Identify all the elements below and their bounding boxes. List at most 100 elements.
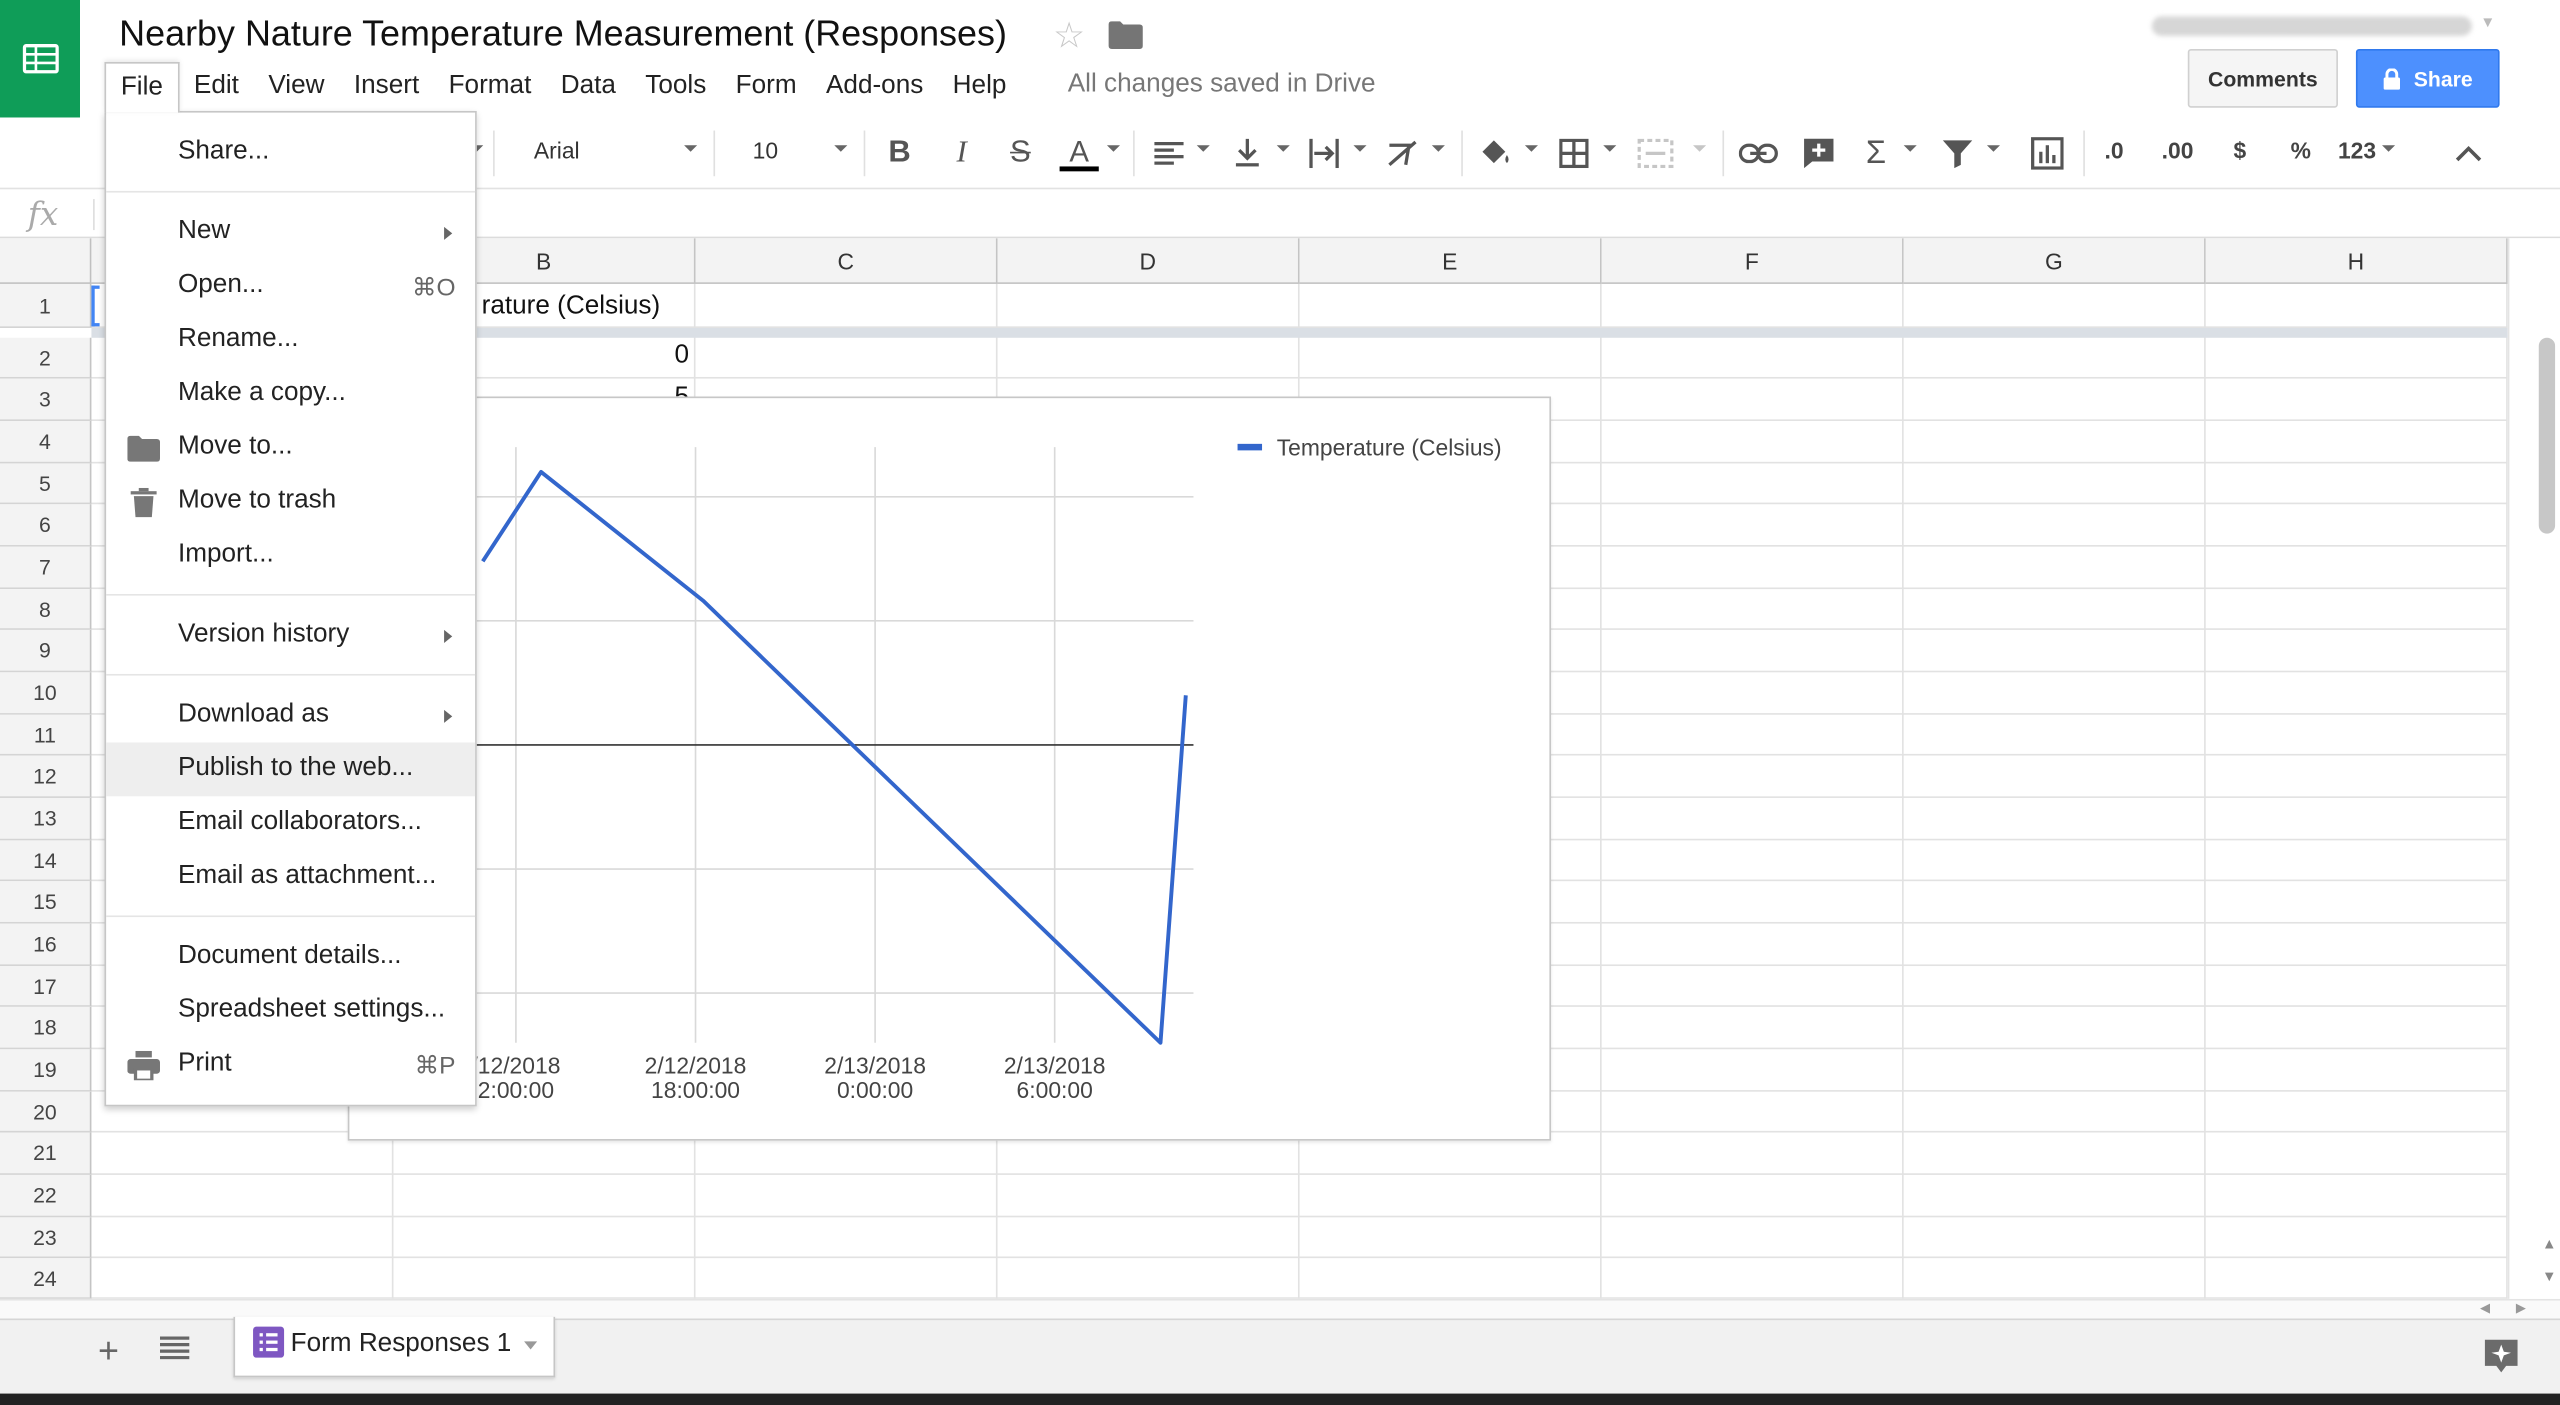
cell-b1[interactable]: rature (Celsius): [482, 292, 661, 321]
filter-icon[interactable]: [1940, 134, 1976, 173]
file-menu-version-history[interactable]: Version history: [106, 609, 475, 663]
column-header-g[interactable]: G: [1903, 238, 2206, 284]
comments-button[interactable]: Comments: [2187, 48, 2338, 108]
borders-icon[interactable]: [1558, 134, 1591, 173]
row-header-3[interactable]: 3: [0, 378, 92, 422]
font-family-select[interactable]: Arial: [534, 137, 580, 170]
text-wrap-icon[interactable]: [1308, 134, 1341, 173]
file-menu-spreadsheet-settings[interactable]: Spreadsheet settings...: [106, 984, 475, 1038]
text-color-caret-icon[interactable]: [1106, 145, 1120, 152]
series-line-temperature[interactable]: [481, 469, 1188, 1045]
row-header-23[interactable]: 23: [0, 1217, 92, 1259]
file-menu-email-collaborators[interactable]: Email collaborators...: [106, 796, 475, 850]
horizontal-scrollbar[interactable]: [0, 1298, 2560, 1319]
row-header-7[interactable]: 7: [0, 546, 92, 590]
text-rotation-icon[interactable]: [1386, 134, 1422, 173]
file-menu-publish-to-the-web[interactable]: Publish to the web...: [106, 742, 476, 797]
row-header-21[interactable]: 21: [0, 1132, 92, 1175]
menu-edit[interactable]: Edit: [179, 62, 253, 111]
file-menu-rename[interactable]: Rename...: [106, 313, 475, 367]
column-header-h[interactable]: H: [2205, 238, 2508, 284]
row-header-15[interactable]: 15: [0, 881, 92, 924]
sheets-logo-icon[interactable]: [0, 0, 80, 118]
embedded-line-chart[interactable]: Temperature (Celsius) /12/2018 2:00:00 2/1…: [347, 396, 1552, 1141]
file-menu-download-as[interactable]: Download as: [106, 689, 475, 743]
account-email[interactable]: [2151, 16, 2472, 36]
file-menu-email-as-attachment[interactable]: Email as attachment...: [106, 850, 475, 904]
filter-caret-icon[interactable]: [1986, 145, 2000, 152]
row-header-8[interactable]: 8: [0, 589, 92, 630]
account-caret-icon[interactable]: ▾: [2483, 11, 2492, 33]
file-menu-new[interactable]: New: [106, 206, 475, 260]
file-menu-import[interactable]: Import...: [106, 529, 475, 583]
file-menu-share[interactable]: Share...: [106, 126, 475, 180]
scroll-down-arrow-icon[interactable]: ▼: [2542, 1268, 2557, 1284]
menu-add-ons[interactable]: Add-ons: [811, 62, 938, 111]
menu-view[interactable]: View: [254, 62, 340, 111]
fill-color-icon[interactable]: [1478, 134, 1514, 173]
star-icon[interactable]: ☆: [1053, 15, 1085, 57]
row-header-5[interactable]: 5: [0, 463, 92, 505]
document-title[interactable]: Nearby Nature Temperature Measurement (R…: [119, 13, 1007, 55]
row-header-20[interactable]: 20: [0, 1091, 92, 1133]
row-header-9[interactable]: 9: [0, 629, 92, 673]
italic-icon[interactable]: I: [947, 134, 976, 173]
decrease-decimal-button[interactable]: .0: [2104, 137, 2123, 163]
row-header-4[interactable]: 4: [0, 421, 92, 464]
file-menu-print[interactable]: Print ⌘P: [106, 1038, 475, 1092]
column-header-c[interactable]: C: [695, 238, 998, 284]
text-rotation-caret-icon[interactable]: [1431, 145, 1445, 152]
row-header-11[interactable]: 11: [0, 714, 92, 756]
menu-insert[interactable]: Insert: [339, 62, 434, 111]
row-header-18[interactable]: 18: [0, 1006, 92, 1050]
add-sheet-plus-icon[interactable]: +: [98, 1330, 119, 1372]
align-caret-icon[interactable]: [1196, 145, 1210, 152]
fill-color-caret-icon[interactable]: [1524, 145, 1538, 152]
borders-caret-icon[interactable]: [1603, 145, 1617, 152]
sheet-tab-caret-icon[interactable]: [524, 1341, 538, 1350]
insert-chart-icon[interactable]: [2029, 134, 2065, 173]
row-header-17[interactable]: 17: [0, 966, 92, 1007]
strikethrough-icon[interactable]: S: [1006, 134, 1035, 173]
vertical-align-icon[interactable]: [1233, 134, 1262, 173]
row-header-24[interactable]: 24: [0, 1258, 92, 1299]
collapse-chevron-icon[interactable]: [2454, 134, 2483, 173]
menu-file[interactable]: File: [104, 61, 180, 112]
row-header-1[interactable]: 1: [0, 283, 92, 328]
row-header-2[interactable]: 2: [0, 337, 92, 379]
functions-icon[interactable]: Σ: [1861, 134, 1890, 173]
increase-decimal-button[interactable]: .00: [2162, 137, 2194, 163]
row-header-16[interactable]: 16: [0, 923, 92, 967]
selected-cell-a1[interactable]: [91, 285, 100, 327]
save-status[interactable]: All changes saved in Drive: [1068, 70, 1376, 99]
row-header-6[interactable]: 6: [0, 504, 92, 547]
select-all-corner[interactable]: [0, 238, 92, 284]
percent-format-button[interactable]: %: [2291, 137, 2311, 163]
file-menu-move-to[interactable]: Move to...: [106, 421, 475, 475]
font-size-select[interactable]: 10: [753, 137, 778, 170]
all-sheets-list-icon[interactable]: [160, 1336, 190, 1360]
merge-cells-caret-icon[interactable]: [1693, 145, 1707, 152]
insert-comment-icon[interactable]: [1801, 134, 1837, 173]
more-formats-button[interactable]: 123: [2338, 137, 2376, 163]
row-header-12[interactable]: 12: [0, 755, 92, 798]
scroll-right-arrow-icon[interactable]: ▶: [2516, 1301, 2526, 1316]
menu-tools[interactable]: Tools: [631, 62, 721, 111]
currency-format-button[interactable]: $: [2233, 137, 2246, 163]
row-header-19[interactable]: 19: [0, 1049, 92, 1092]
menu-data[interactable]: Data: [546, 62, 631, 111]
font-size-caret-icon[interactable]: [834, 145, 848, 152]
file-menu-make-a-copy[interactable]: Make a copy...: [106, 367, 475, 421]
insert-link-icon[interactable]: [1738, 134, 1778, 173]
row-header-13[interactable]: 13: [0, 797, 92, 841]
cell-b3[interactable]: 5: [490, 383, 689, 396]
column-header-e[interactable]: E: [1299, 238, 1602, 284]
file-menu-move-to-trash[interactable]: Move to trash: [106, 475, 475, 529]
row-header-14[interactable]: 14: [0, 840, 92, 882]
folder-icon[interactable]: [1108, 21, 1143, 49]
cell-b2[interactable]: 0: [490, 341, 689, 370]
scroll-up-arrow-icon[interactable]: ▲: [2542, 1235, 2557, 1251]
row-header-10[interactable]: 10: [0, 672, 92, 715]
align-left-icon[interactable]: [1153, 134, 1186, 173]
menu-help[interactable]: Help: [938, 62, 1021, 111]
